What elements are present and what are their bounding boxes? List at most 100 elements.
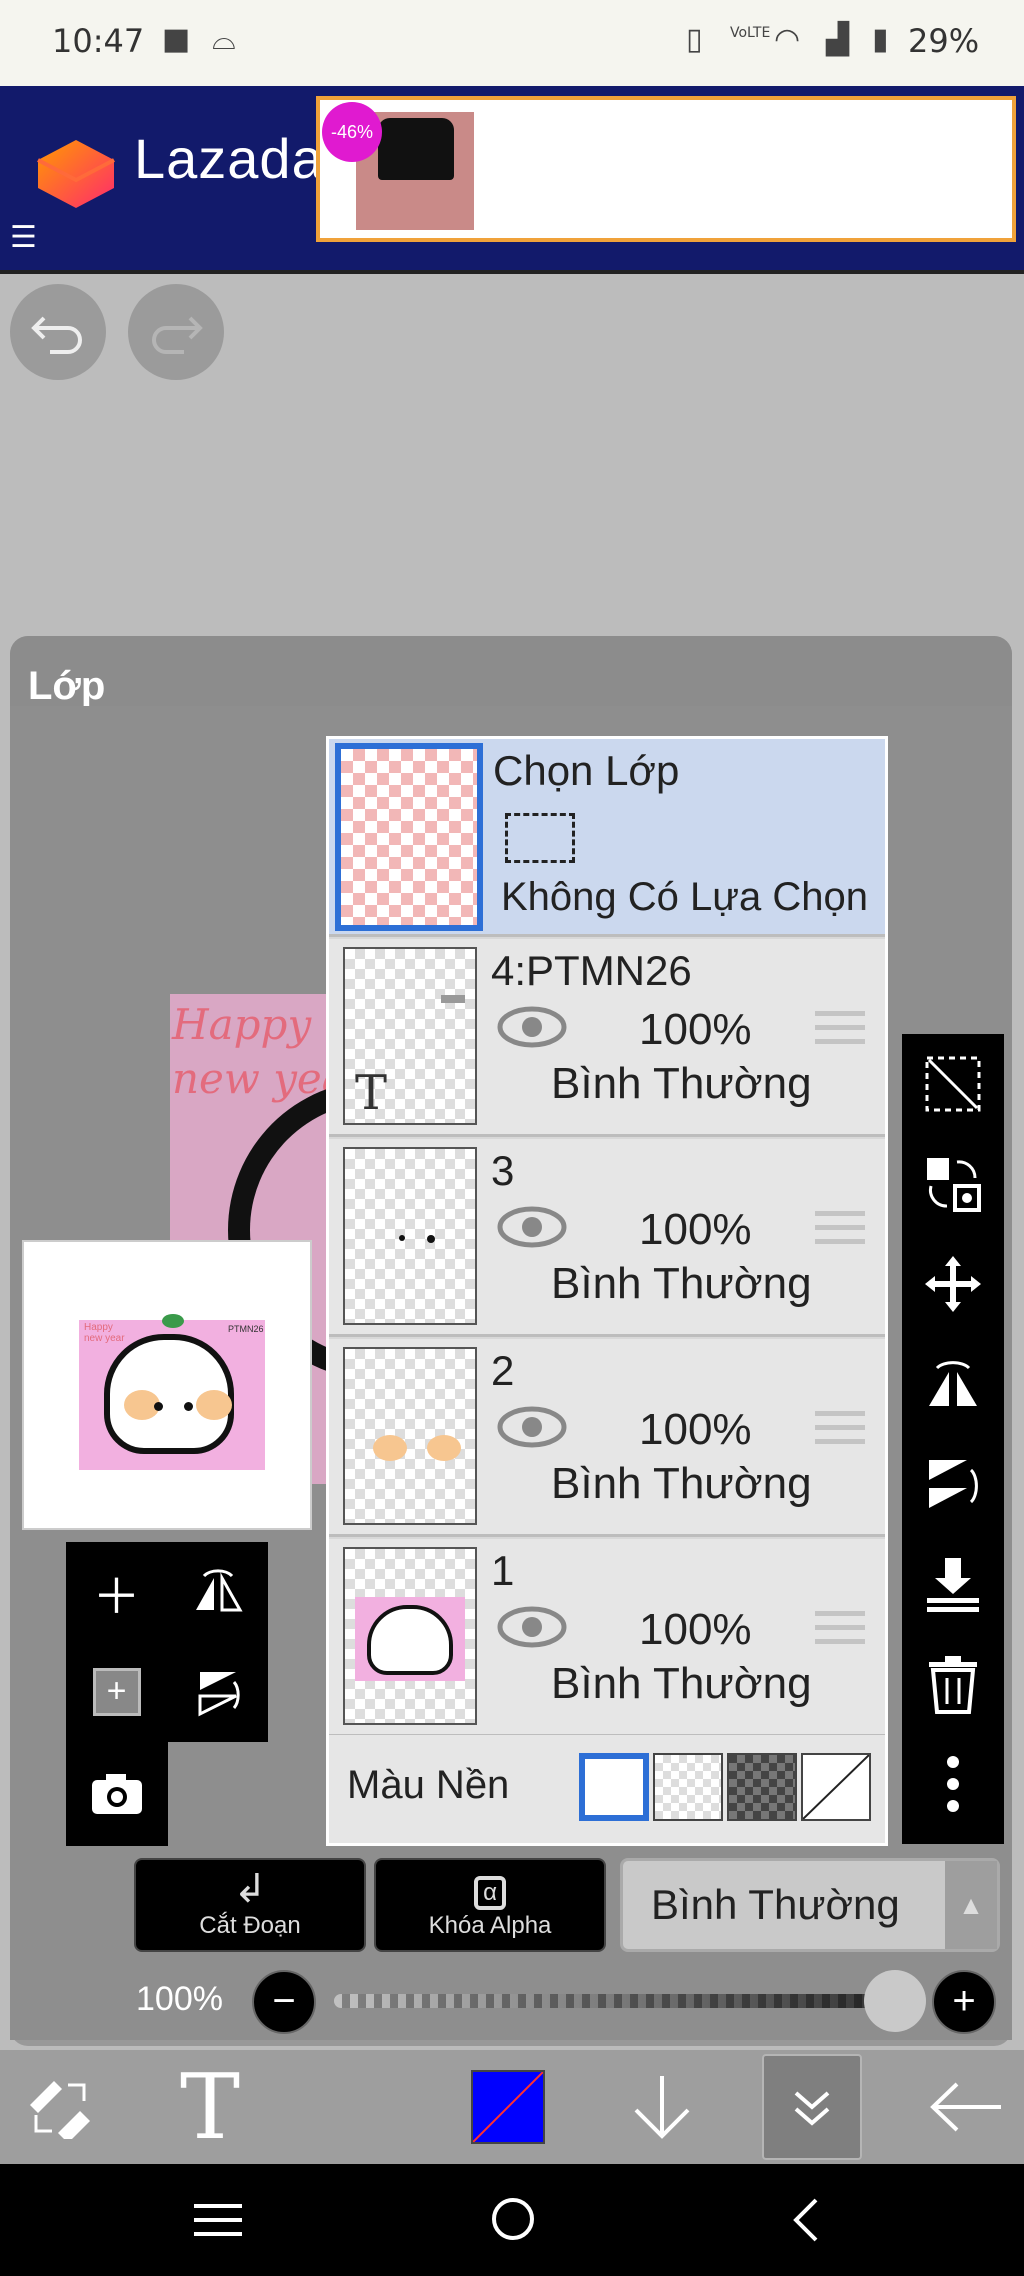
layer-name: 1 <box>491 1547 515 1594</box>
merge-down-icon <box>927 1558 979 1612</box>
flip-horizontal-right-button[interactable] <box>902 1334 1004 1434</box>
bg-swatch-dark-checker[interactable] <box>727 1753 797 1821</box>
thumb-eye-left <box>399 1235 405 1241</box>
opacity-slider-track[interactable] <box>334 1994 894 2008</box>
undo-icon <box>31 316 82 354</box>
drag-handle-icon[interactable] <box>815 1011 865 1047</box>
blend-mode-value: Bình Thường <box>651 1881 900 1928</box>
undo-button[interactable] <box>10 284 106 380</box>
camera-button[interactable] <box>66 1742 168 1846</box>
down-arrow-button[interactable] <box>620 2050 704 2164</box>
ad-product-banner[interactable]: -46% <box>316 96 1016 242</box>
text-layer-icon: T <box>355 1065 388 1121</box>
flip-vertical-right-button[interactable] <box>902 1434 1004 1534</box>
layer-blend-mode: Bình Thường <box>551 1659 812 1708</box>
layer-name: 2 <box>491 1347 515 1394</box>
select-layer-button[interactable] <box>902 1034 1004 1134</box>
thumb-cheek-left <box>373 1435 407 1461</box>
layer-thumbnail <box>343 1547 477 1725</box>
bg-swatch-transparent[interactable] <box>653 1753 723 1821</box>
background-color-label: Màu Nền <box>347 1763 510 1807</box>
more-options-button[interactable] <box>902 1734 1004 1834</box>
lock-icon: α <box>376 1866 604 1912</box>
clipping-label: Cắt Đoạn <box>199 1912 301 1939</box>
plus-icon: + <box>952 1979 976 2023</box>
add-layer-copy-button[interactable]: + <box>66 1642 167 1742</box>
opacity-slider-knob[interactable] <box>864 1970 926 2032</box>
visibility-eye-icon[interactable] <box>497 1605 567 1649</box>
clipping-arrow-icon: ↲ <box>233 1867 267 1911</box>
add-layer-button[interactable]: ＋ <box>66 1542 167 1642</box>
alpha-lock-button[interactable]: α Khóa Alpha <box>374 1858 606 1952</box>
preview-sprout <box>162 1314 184 1328</box>
flip-vertical-icon <box>929 1460 978 1508</box>
plus-icon: ＋ <box>92 1571 141 1624</box>
home-icon[interactable] <box>490 2196 536 2242</box>
ad-banner[interactable]: Lazada ☰ -46% <box>0 86 1024 270</box>
layer-blend-mode: Bình Thường <box>551 1459 812 1508</box>
discount-badge: -46% <box>322 102 382 162</box>
back-arrow-button[interactable] <box>916 2050 1016 2164</box>
selection-layer-row[interactable]: Chọn Lớp Không Có Lựa Chọn <box>329 739 885 937</box>
layer-list: Chọn Lớp Không Có Lựa Chọn T 4:PTMN26 10… <box>326 736 888 1846</box>
current-color-icon <box>471 2070 545 2144</box>
recent-apps-icon[interactable] <box>194 2200 242 2240</box>
layer-blend-mode: Bình Thường <box>551 1259 812 1308</box>
system-navigation-bar <box>0 2164 1024 2276</box>
layer-row-1[interactable]: 1 100% Bình Thường <box>329 1539 885 1737</box>
preview-eye-left <box>154 1402 163 1411</box>
transform-swap-button[interactable] <box>902 1134 1004 1234</box>
thumb-eye-right <box>427 1235 435 1243</box>
flip-horizontal-button[interactable] <box>167 1542 268 1642</box>
alpha-lock-glyph: α <box>474 1876 506 1910</box>
drag-handle-icon[interactable] <box>815 1611 865 1647</box>
layer-row-2[interactable]: 2 100% Bình Thường <box>329 1339 885 1537</box>
brush-eraser-toggle-button[interactable] <box>10 2050 110 2164</box>
background-color-row: Màu Nền <box>329 1735 885 1843</box>
status-time: 10:47 <box>52 22 145 60</box>
drag-handle-icon[interactable] <box>815 1211 865 1247</box>
text-tool-button[interactable]: T <box>160 2050 260 2164</box>
right-layer-toolbar <box>902 1034 1004 1844</box>
vibrate-icon: ▯ <box>686 22 703 57</box>
delete-layer-button[interactable] <box>902 1634 1004 1734</box>
text-tool-icon: T <box>179 2054 241 2160</box>
bg-swatch-none[interactable] <box>801 1753 871 1821</box>
merge-down-button[interactable] <box>902 1534 1004 1634</box>
wifi-icon: ◠ <box>774 22 801 57</box>
visibility-eye-icon[interactable] <box>497 1005 567 1049</box>
preview-happy-line-2: new year <box>84 1333 125 1344</box>
clipping-button[interactable]: ↲ Cắt Đoạn <box>134 1858 366 1952</box>
selection-layer-title: Chọn Lớp <box>493 747 680 794</box>
move-button[interactable] <box>902 1234 1004 1334</box>
canvas-preview[interactable]: Happy new year PTMN26 <box>22 1240 312 1530</box>
status-bar: 10:47 ■ ⌓ ▯ VoLTE ◠ ▟ ▮ 29% <box>0 0 1024 86</box>
left-layer-toolbar: ＋ + <box>66 1542 268 1742</box>
preview-happy-line-1: Happy <box>84 1322 113 1333</box>
bg-swatch-white[interactable] <box>579 1753 649 1821</box>
ad-brand: Lazada <box>134 127 324 190</box>
preview-cheek-right <box>196 1390 232 1420</box>
layers-collapse-button[interactable] <box>762 2054 862 2160</box>
blend-mode-select[interactable]: Bình Thường ▲ <box>620 1858 1000 1952</box>
back-icon[interactable] <box>790 2196 820 2244</box>
drag-handle-icon[interactable] <box>815 1411 865 1447</box>
layer-row-3[interactable]: 3 100% Bình Thường <box>329 1139 885 1337</box>
layer-row-4[interactable]: T 4:PTMN26 100% Bình Thường <box>329 939 885 1137</box>
double-chevron-down-icon <box>794 2091 830 2126</box>
brush-eraser-icon <box>30 2081 90 2139</box>
layer-add-icon: + <box>92 1668 141 1716</box>
redo-button[interactable] <box>128 284 224 380</box>
opacity-plus-button[interactable]: + <box>932 1970 996 2034</box>
layer-opacity: 100% <box>639 1205 752 1254</box>
opacity-minus-button[interactable]: − <box>252 1970 316 2034</box>
triangle-up-icon[interactable]: ▲ <box>945 1861 997 1949</box>
ad-menu-icon[interactable]: ☰ <box>10 220 37 255</box>
flip-vertical-button[interactable] <box>167 1642 268 1742</box>
bottom-toolbar: T <box>0 2050 1024 2164</box>
visibility-eye-icon[interactable] <box>497 1205 567 1249</box>
color-swatch-button[interactable] <box>470 2050 546 2164</box>
trash-icon <box>929 1656 977 1714</box>
visibility-eye-icon[interactable] <box>497 1405 567 1449</box>
flip-horizontal-icon <box>929 1361 977 1406</box>
